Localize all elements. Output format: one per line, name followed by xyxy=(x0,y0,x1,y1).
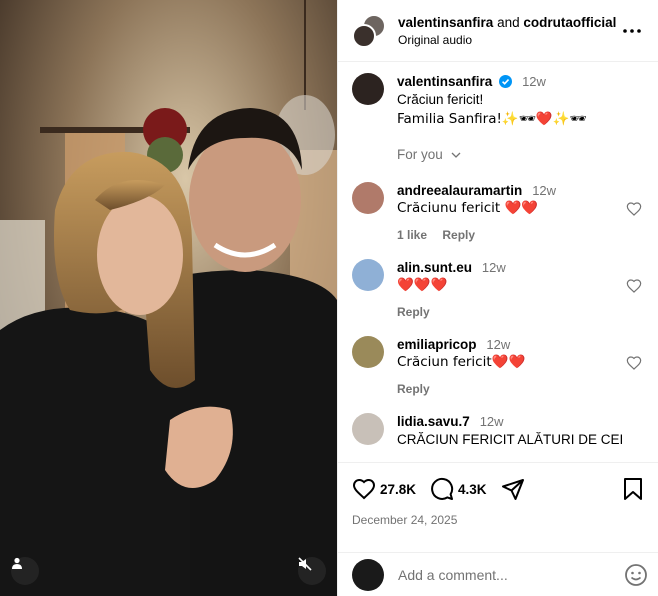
reply-button[interactable]: Reply xyxy=(397,305,430,319)
more-options-button[interactable] xyxy=(620,19,644,43)
like-heart-icon[interactable] xyxy=(626,201,642,217)
post-header: valentinsanfira and codrutaofficial Orig… xyxy=(338,0,658,62)
avatar[interactable] xyxy=(352,558,384,591)
audio-link[interactable]: Original audio xyxy=(398,33,620,47)
comment-count[interactable]: 4.3K xyxy=(458,482,487,497)
reply-button[interactable]: Reply xyxy=(442,228,475,242)
avatar[interactable] xyxy=(352,23,376,48)
caption-time[interactable]: 12w xyxy=(522,74,546,89)
like-heart-icon[interactable] xyxy=(626,278,642,294)
author-link[interactable]: valentinsanfira xyxy=(398,15,493,30)
like-count[interactable]: 27.8K xyxy=(380,482,416,497)
comment-text: Crăciunu fericit ❤️❤️ xyxy=(397,200,539,216)
comment-time[interactable]: 12w xyxy=(480,414,504,429)
comment-item: alin.sunt.eu 12w ❤️❤️❤️ Reply xyxy=(352,259,644,319)
comments-list[interactable]: valentinsanfira 12w Crăciun fericit! Fam… xyxy=(338,62,658,463)
and-label: and xyxy=(497,14,520,30)
reply-button[interactable]: Reply xyxy=(397,382,430,396)
send-icon xyxy=(501,479,524,500)
action-bar: 27.8K 4.3K December 24, 2025 xyxy=(338,463,658,553)
speaker-muted-icon xyxy=(298,557,312,571)
post-authors: valentinsanfira and codrutaofficial xyxy=(398,15,620,30)
share-button[interactable] xyxy=(501,477,525,501)
comment-item: emiliapricop 12w Crăciun fericit❤️❤️ Rep… xyxy=(352,336,644,396)
tagged-users-button[interactable] xyxy=(11,557,39,585)
comment-item: lidia.savu.7 12w CRĂCIUN FERICIT ALĂTURI… xyxy=(352,413,644,449)
comment-text: CRĂCIUN FERICIT ALĂTURI DE CEI xyxy=(397,432,624,447)
comment-item: andreealauramartin 12w Crăciunu fericit … xyxy=(352,182,644,242)
like-heart-icon[interactable] xyxy=(626,355,642,371)
add-comment-bar xyxy=(338,553,658,596)
user-icon xyxy=(12,557,22,569)
comment-username[interactable]: lidia.savu.7 xyxy=(397,414,470,429)
avatar[interactable] xyxy=(352,182,384,214)
bookmark-icon[interactable] xyxy=(622,477,644,501)
mute-toggle-button[interactable] xyxy=(298,557,326,585)
caption-username[interactable]: valentinsanfira xyxy=(397,74,492,89)
avatar[interactable] xyxy=(352,413,384,445)
heart-icon xyxy=(352,478,376,500)
comment-time[interactable]: 12w xyxy=(486,337,510,352)
comment-username[interactable]: alin.sunt.eu xyxy=(397,260,472,275)
comment-button[interactable]: 4.3K xyxy=(430,477,487,501)
comment-text: Crăciun fericit❤️❤️ xyxy=(397,354,526,370)
sort-label: For you xyxy=(397,147,443,162)
caption: valentinsanfira 12w Crăciun fericit! Fam… xyxy=(352,73,644,129)
video-frame xyxy=(0,0,337,596)
comment-bubble-icon xyxy=(431,477,454,500)
comment-time[interactable]: 12w xyxy=(482,260,506,275)
comment-input[interactable] xyxy=(398,566,624,583)
caption-line: Familia Sanfira!✨🕶❤️✨🕶 xyxy=(397,111,587,127)
more-horizontal-icon xyxy=(623,28,641,33)
sort-dropdown[interactable]: For you xyxy=(397,147,644,162)
comment-likes[interactable]: 1 like xyxy=(397,228,427,242)
comment-username[interactable]: emiliapricop xyxy=(397,337,477,352)
chevron-down-icon xyxy=(451,152,461,158)
collab-avatars[interactable] xyxy=(352,13,386,48)
comment-text: ❤️❤️❤️ xyxy=(397,277,448,293)
avatar[interactable] xyxy=(352,73,384,105)
author-link[interactable]: codrutaofficial xyxy=(523,15,616,30)
comment-time[interactable]: 12w xyxy=(532,183,556,198)
verified-badge-icon xyxy=(499,75,513,88)
like-button[interactable]: 27.8K xyxy=(352,477,416,501)
emoji-icon[interactable] xyxy=(624,563,648,587)
post-video[interactable] xyxy=(0,0,337,596)
post-sidebar: valentinsanfira and codrutaofficial Orig… xyxy=(337,0,658,596)
avatar[interactable] xyxy=(352,336,384,368)
caption-line: Crăciun fericit! xyxy=(397,92,484,107)
post-date[interactable]: December 24, 2025 xyxy=(352,513,644,527)
avatar[interactable] xyxy=(352,259,384,291)
comment-username[interactable]: andreealauramartin xyxy=(397,183,522,198)
